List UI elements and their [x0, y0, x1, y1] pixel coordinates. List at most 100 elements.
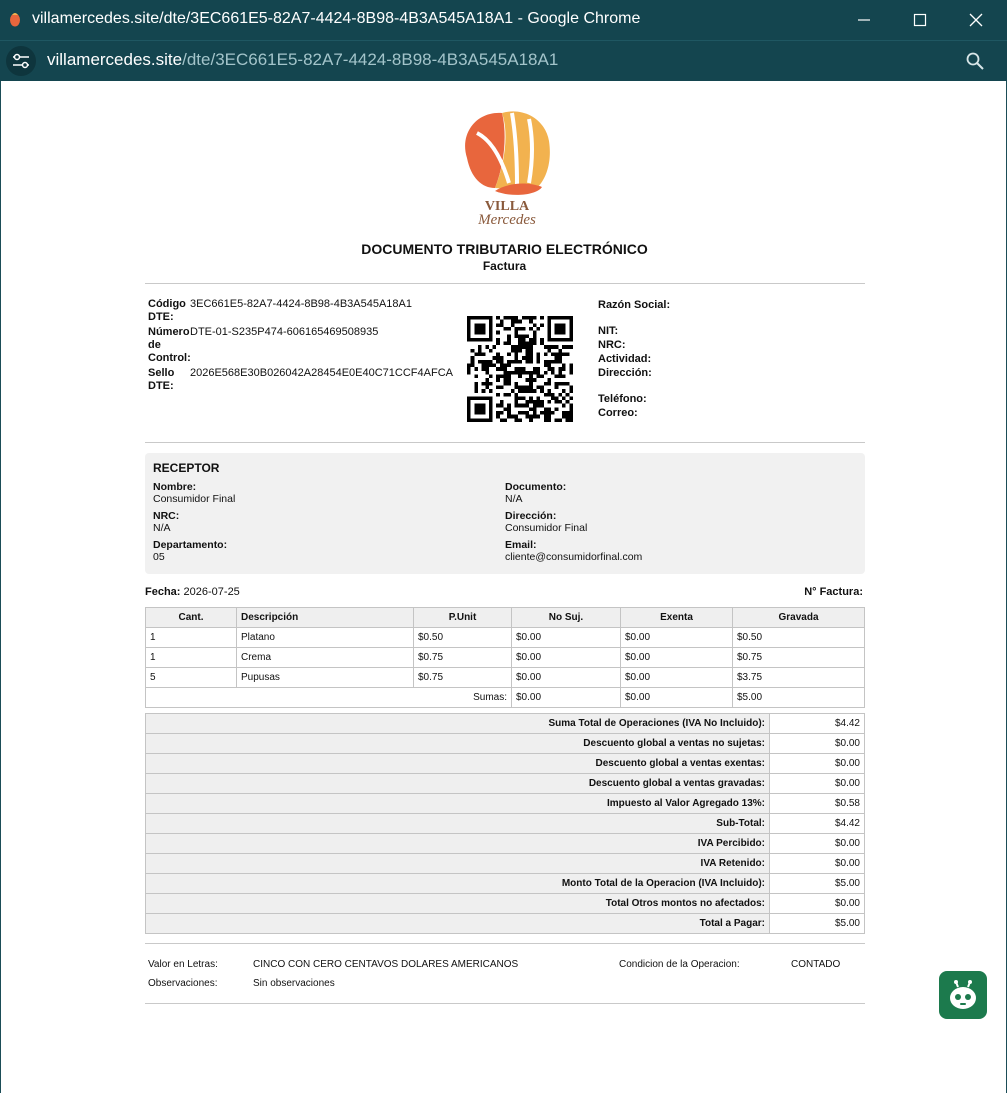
total-value: $0.00 — [769, 753, 865, 774]
close-icon — [969, 13, 983, 27]
total-value: $0.00 — [769, 853, 865, 874]
total-row: Total a Pagar: $5.00 — [145, 913, 865, 934]
total-value: $5.00 — [769, 913, 865, 934]
cell-cant: 1 — [145, 627, 237, 648]
total-row: IVA Percibido: $0.00 — [145, 833, 865, 854]
items-table: Cant. Descripción P.Unit No Suj. Exenta … — [145, 607, 865, 708]
total-value: $0.00 — [769, 773, 865, 794]
dte-info: Código DTE: 3EC661E5-82A7-4424-8B98-4B3A5… — [148, 298, 453, 395]
total-value: $0.58 — [769, 793, 865, 814]
divider — [145, 943, 865, 944]
totals-table: Suma Total de Operaciones (IVA No Inclui… — [145, 713, 865, 934]
telefono-label: Teléfono: — [598, 393, 647, 405]
table-row: 1 Crema $0.75 $0.00 $0.00 $0.75 — [145, 647, 865, 668]
sumas-label: Sumas: — [145, 687, 512, 708]
receptor-section: RECEPTOR Nombre: Consumidor Final Docume… — [145, 453, 865, 574]
nrc-label: NRC: — [598, 339, 626, 351]
receptor-documento: Documento: N/A — [505, 481, 566, 505]
maximize-button[interactable] — [892, 0, 948, 40]
sumas-nosuj: $0.00 — [511, 687, 621, 708]
receptor-direccion-value: Consumidor Final — [505, 522, 588, 534]
sumas-gravada: $5.00 — [732, 687, 865, 708]
window-titlebar: villamercedes.site/dte/3EC661E5-82A7-442… — [0, 0, 1007, 40]
table-row: 1 Platano $0.50 $0.00 $0.00 $0.50 — [145, 627, 865, 648]
total-label: Suma Total de Operaciones (IVA No Inclui… — [145, 713, 770, 734]
receptor-nrc-label: NRC: — [153, 510, 180, 522]
sello-label: Sello — [148, 367, 175, 379]
razon-social-label: Razón Social: — [598, 299, 671, 311]
total-value: $0.00 — [769, 733, 865, 754]
codigo-label-2: DTE: — [148, 311, 174, 323]
window-title: villamercedes.site/dte/3EC661E5-82A7-442… — [32, 10, 641, 27]
numero-label-2: de — [148, 339, 161, 351]
cell-punit: $0.75 — [413, 667, 512, 688]
total-label: IVA Percibido: — [145, 833, 770, 854]
minimize-icon — [858, 19, 870, 21]
cell-descripcion: Crema — [236, 647, 414, 668]
document-page: VILLA Mercedes DOCUMENTO TRIBUTARIO ELEC… — [0, 81, 1007, 1093]
total-row: Impuesto al Valor Agregado 13%: $0.58 — [145, 793, 865, 814]
cell-nosuj: $0.00 — [511, 647, 621, 668]
receptor-direccion: Dirección: Consumidor Final — [505, 510, 587, 534]
col-nosuj: No Suj. — [511, 607, 621, 628]
fecha: Fecha: 2026-07-25 — [145, 586, 240, 598]
document-title: DOCUMENTO TRIBUTARIO ELECTRÓNICO — [361, 241, 648, 257]
col-cant: Cant. — [145, 607, 237, 628]
cell-exenta: $0.00 — [620, 667, 733, 688]
total-value: $4.42 — [769, 713, 865, 734]
departamento-label: Departamento: — [153, 539, 228, 551]
url-field[interactable]: villamercedes.site/dte/3EC661E5-82A7-442… — [47, 50, 558, 70]
condicion-label: Condicion de la Operacion: — [619, 959, 740, 970]
numero-label-3: Control: — [148, 352, 191, 364]
receptor-nrc: NRC: N/A — [153, 510, 179, 534]
total-value: $0.00 — [769, 833, 865, 854]
sello-value: 2026E568E30B026042A28454E0E40C71CCF4AFCA — [190, 367, 453, 379]
robot-icon — [950, 980, 976, 1009]
total-label: Descuento global a ventas gravadas: — [145, 773, 770, 794]
receptor-direccion-label: Dirección: — [505, 510, 557, 522]
documento-value: N/A — [505, 493, 523, 505]
document-subtitle: Factura — [482, 259, 527, 273]
valor-letras-value: CINCO CON CERO CENTAVOS DOLARES AMERICAN… — [253, 959, 519, 970]
minimize-button[interactable] — [836, 0, 892, 40]
nombre-value: Consumidor Final — [153, 493, 236, 505]
receptor-email: Email: cliente@consumidorfinal.com — [505, 539, 642, 563]
cell-descripcion: Pupusas — [236, 667, 414, 688]
codigo-value: 3EC661E5-82A7-4424-8B98-4B3A545A18A1 — [190, 298, 412, 310]
col-descripcion: Descripción — [236, 607, 414, 628]
cell-gravada: $0.75 — [732, 647, 865, 668]
cell-punit: $0.50 — [413, 627, 512, 648]
cell-exenta: $0.00 — [620, 627, 733, 648]
sello-label-2: DTE: — [148, 380, 174, 392]
total-label: IVA Retenido: — [145, 853, 770, 874]
observaciones-label: Observaciones: — [148, 978, 218, 989]
correo-label: Correo: — [598, 407, 638, 419]
chat-bot-button[interactable] — [939, 971, 987, 1019]
divider — [145, 1003, 865, 1004]
actividad-label: Actividad: — [598, 353, 652, 365]
site-info-button[interactable] — [6, 46, 36, 76]
total-row: Descuento global a ventas exentas: $0.00 — [145, 753, 865, 774]
total-label: Monto Total de la Operacion (IVA Incluid… — [145, 873, 770, 894]
sumas-exenta: $0.00 — [620, 687, 733, 708]
condicion-value: CONTADO — [791, 959, 841, 970]
emisor-info: Razón Social: NIT: NRC: Actividad: Direc… — [598, 298, 670, 420]
direccion-label: Dirección: — [598, 367, 652, 379]
observaciones-value: Sin observaciones — [253, 978, 335, 989]
sumas-row: Sumas: $0.00 $0.00 $5.00 — [145, 687, 865, 708]
total-label: Descuento global a ventas exentas: — [145, 753, 770, 774]
url-path: /dte/3EC661E5-82A7-4424-8B98-4B3A545A18A… — [182, 50, 559, 69]
cell-punit: $0.75 — [413, 647, 512, 668]
maximize-icon — [913, 13, 927, 27]
departamento-value: 05 — [153, 551, 165, 563]
sello-row: Sello DTE: 2026E568E30B026042A28454E0E40C… — [148, 367, 453, 393]
email-label: Email: — [505, 539, 537, 551]
codigo-row: Código DTE: 3EC661E5-82A7-4424-8B98-4B3A5… — [148, 298, 453, 324]
receptor-nrc-value: N/A — [153, 522, 171, 534]
table-row: 5 Pupusas $0.75 $0.00 $0.00 $3.75 — [145, 667, 865, 688]
total-label: Impuesto al Valor Agregado 13%: — [145, 793, 770, 814]
cell-exenta: $0.00 — [620, 647, 733, 668]
close-button[interactable] — [948, 0, 1004, 40]
numero-control-value: DTE-01-S235P474-606165469508935 — [190, 326, 379, 338]
zoom-icon[interactable] — [965, 51, 985, 71]
